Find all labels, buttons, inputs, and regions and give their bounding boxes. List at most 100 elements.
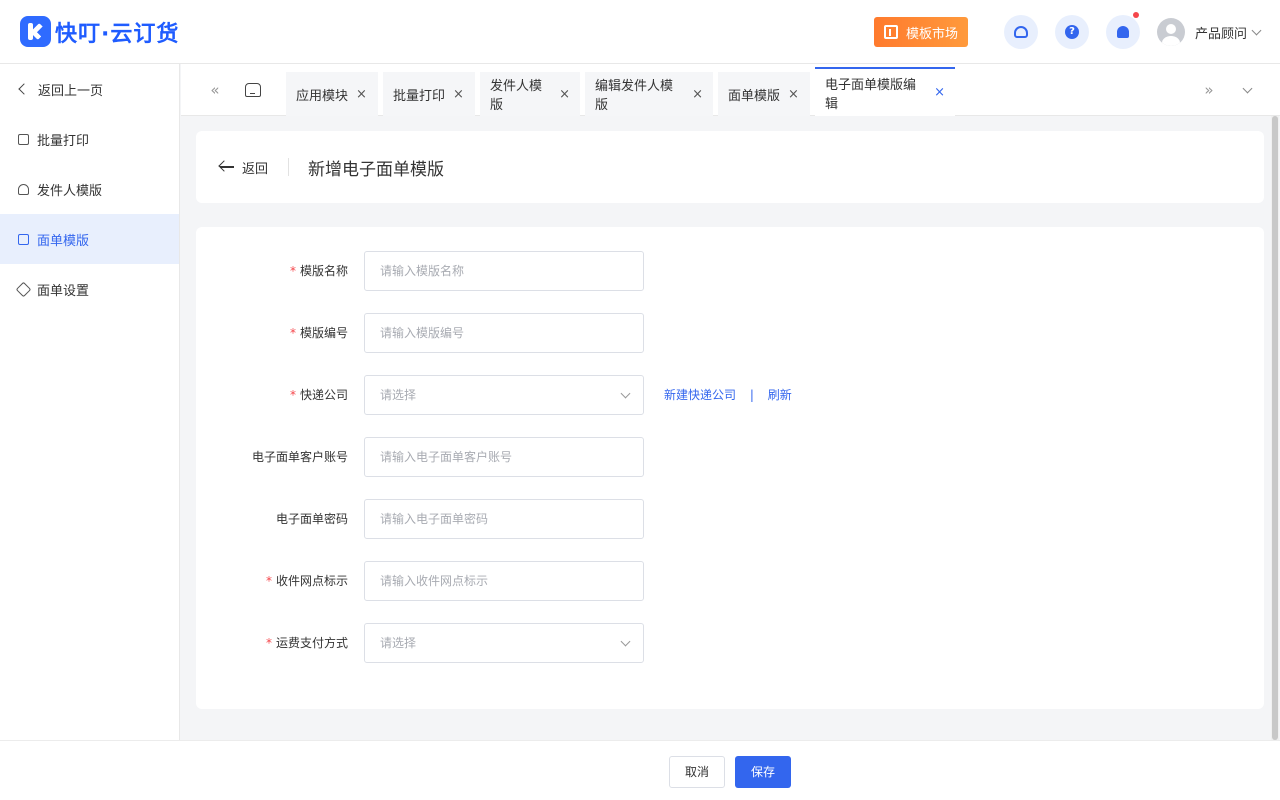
form-row-template-code: * 模版编号 <box>196 313 1264 353</box>
close-icon[interactable]: × <box>559 87 570 102</box>
avatar[interactable] <box>1156 18 1185 46</box>
sidebar-item-waybill-settings[interactable]: 面单设置 <box>0 264 179 314</box>
tab-sender-template[interactable]: 发件人模版 × <box>480 72 580 116</box>
required-mark: * <box>265 574 272 588</box>
brand-logo-icon <box>20 16 51 47</box>
form-row-template-name: * 模版名称 <box>196 251 1264 291</box>
help-button[interactable]: ? <box>1054 15 1089 49</box>
tab-edit-sender-template[interactable]: 编辑发件人模版 × <box>585 72 713 116</box>
user-icon <box>18 183 29 195</box>
chevron-left-icon <box>18 83 30 95</box>
page-title: 新增电子面单模版 <box>308 159 445 180</box>
double-chevron-left-icon: « <box>210 81 220 99</box>
select-placeholder: 请选择 <box>380 636 417 650</box>
bell-icon <box>1116 26 1129 38</box>
sidebar: 返回上一页 批量打印 发件人模版 面单模版 面单设置 <box>0 64 180 740</box>
tab-bar: « 应用模块 × 批量打印 × 发件人模版 × 编辑发件人模版 × 面单模版 ×… <box>181 64 1280 116</box>
tab-label: 应用模块 <box>296 88 349 104</box>
headset-icon <box>1013 26 1028 38</box>
form-row-freight-payment: * 运费支付方式 请选择 <box>196 623 1264 663</box>
waybill-account-input[interactable] <box>364 437 644 477</box>
form-label: * 收件网点标示 <box>265 574 348 588</box>
cancel-button[interactable]: 取消 <box>669 756 725 788</box>
sidebar-item-label: 面单设置 <box>37 283 90 299</box>
new-courier-link[interactable]: 新建快递公司 <box>664 388 736 402</box>
chevron-down-icon[interactable] <box>1251 25 1262 35</box>
home-button[interactable] <box>241 64 265 116</box>
tab-label: 电子面单模版编辑 <box>825 77 917 112</box>
tabs-menu-button[interactable] <box>1235 64 1259 116</box>
refresh-link[interactable]: 刷新 <box>768 388 792 402</box>
double-chevron-right-icon: » <box>1204 81 1214 99</box>
brand-name: 快叮·云订货 <box>55 21 180 47</box>
close-icon[interactable]: × <box>356 87 367 102</box>
tabs-scroll-left-button[interactable]: « <box>203 64 227 116</box>
form-label: * 模版名称 <box>289 264 348 278</box>
scrollbar[interactable] <box>1271 116 1279 740</box>
sidebar-item-label: 发件人模版 <box>37 183 103 199</box>
layers-icon <box>15 281 32 297</box>
divider <box>288 158 290 176</box>
required-mark: * <box>289 326 296 340</box>
document-icon <box>18 233 29 245</box>
freight-payment-select[interactable]: 请选择 <box>364 623 644 663</box>
template-market-label: 模板市场 <box>905 26 958 42</box>
sidebar-item-label: 批量打印 <box>37 133 90 149</box>
back-link[interactable]: 返回 <box>220 158 268 177</box>
form-row-waybill-account: 电子面单客户账号 <box>196 437 1264 477</box>
tabs-scroll-right-button[interactable]: » <box>1197 64 1221 116</box>
chevron-down-icon <box>620 388 631 399</box>
arrow-left-icon <box>220 166 234 168</box>
select-placeholder: 请选择 <box>380 388 417 402</box>
tab-waybill-template-edit[interactable]: 电子面单模版编辑 × <box>815 67 955 116</box>
form-label: * 模版编号 <box>289 326 348 340</box>
template-code-input[interactable] <box>364 313 644 353</box>
user-name[interactable]: 产品顾问 <box>1195 23 1247 42</box>
template-icon <box>883 25 898 39</box>
tab-label: 编辑发件人模版 <box>595 79 674 113</box>
form-card: *模版名称 *模版编号 *快递公司 请选择 新建快递公司 | 刷新 电子面单客户… <box>196 227 1264 709</box>
notification-badge <box>1132 12 1139 18</box>
form-label: 电子面单密码 <box>275 512 348 526</box>
sidebar-item-label: 面单模版 <box>37 233 90 249</box>
home-icon <box>245 83 261 97</box>
courier-links: 新建快递公司 | 刷新 <box>664 375 792 415</box>
sidebar-item-batch-print[interactable]: 批量打印 <box>0 114 179 164</box>
chevron-down-icon <box>620 636 631 647</box>
close-icon[interactable]: × <box>692 87 703 102</box>
branch-code-input[interactable] <box>364 561 644 601</box>
close-icon[interactable]: × <box>788 87 799 102</box>
sidebar-item-waybill-template[interactable]: 面单模版 <box>0 214 179 264</box>
template-name-input[interactable] <box>364 251 644 291</box>
scrollbar-thumb[interactable] <box>1272 116 1278 740</box>
form-row-courier: * 快递公司 请选择 新建快递公司 | 刷新 <box>196 375 1264 415</box>
close-icon[interactable]: × <box>934 85 945 100</box>
tab-label: 发件人模版 <box>490 79 543 113</box>
courier-select[interactable]: 请选择 <box>364 375 644 415</box>
top-bar: 快叮·云订货 模板市场 ? 产品顾问 <box>0 0 1280 64</box>
sidebar-back-label: 返回上一页 <box>38 83 104 99</box>
sidebar-item-sender-template[interactable]: 发件人模版 <box>0 164 179 214</box>
footer-bar: 取消 保存 <box>0 740 1280 800</box>
back-link-label: 返回 <box>242 161 269 177</box>
brand-logo[interactable]: 快叮·云订货 <box>20 16 179 48</box>
page-header-card: 返回 新增电子面单模版 <box>196 131 1264 203</box>
required-mark: * <box>289 264 296 278</box>
close-icon[interactable]: × <box>453 87 464 102</box>
tab-app-modules[interactable]: 应用模块 × <box>286 72 378 116</box>
form-row-branch-code: * 收件网点标示 <box>196 561 1264 601</box>
customer-service-button[interactable] <box>1003 15 1038 49</box>
form-label: * 运费支付方式 <box>265 636 348 650</box>
waybill-password-input[interactable] <box>364 499 644 539</box>
link-separator: | <box>749 388 754 402</box>
tab-batch-print[interactable]: 批量打印 × <box>383 72 475 116</box>
notifications-button[interactable] <box>1105 12 1140 49</box>
help-icon: ? <box>1064 25 1079 39</box>
sidebar-back[interactable]: 返回上一页 <box>0 64 179 114</box>
save-button[interactable]: 保存 <box>735 756 791 788</box>
tab-waybill-template[interactable]: 面单模版 × <box>718 72 810 116</box>
required-mark: * <box>289 388 296 402</box>
form-row-waybill-password: 电子面单密码 <box>196 499 1264 539</box>
tab-label: 面单模版 <box>728 88 781 104</box>
template-market-button[interactable]: 模板市场 <box>873 17 968 47</box>
